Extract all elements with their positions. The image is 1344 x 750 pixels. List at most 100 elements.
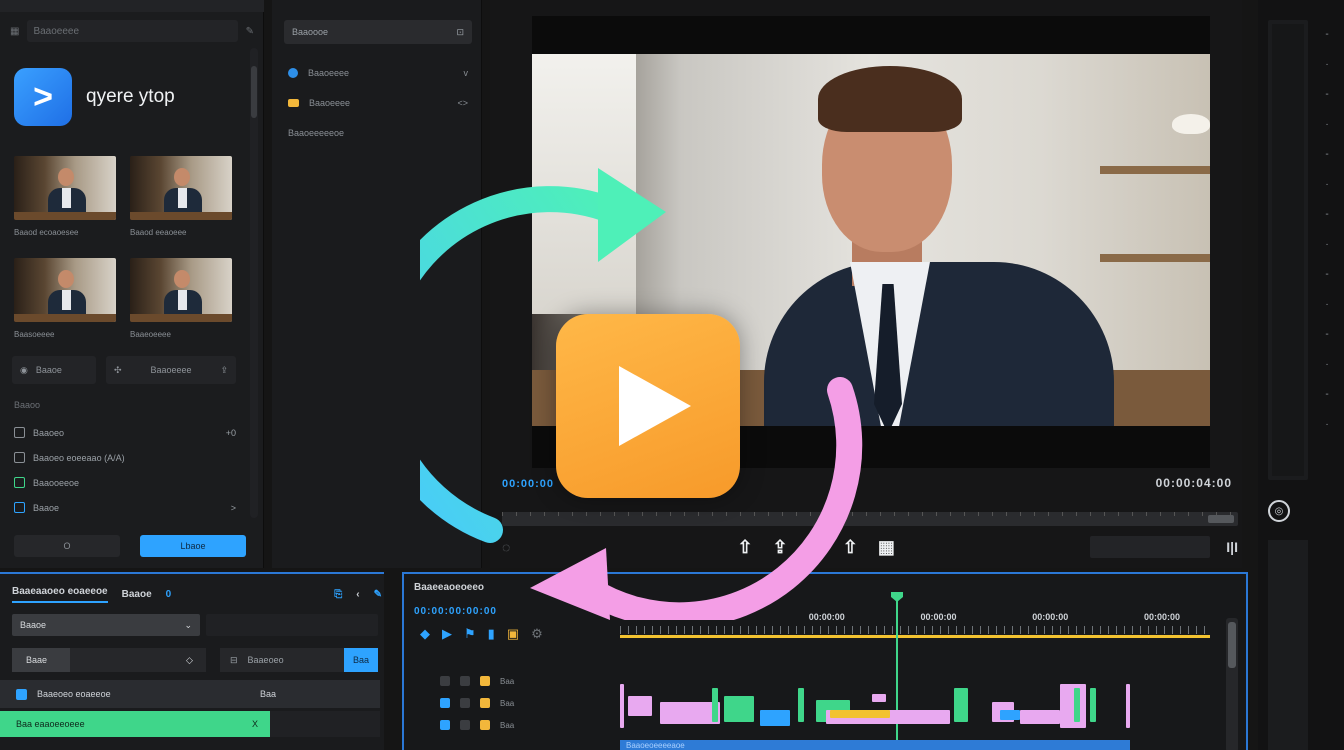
ruler-label: 00:00 [710, 612, 734, 622]
list-item[interactable]: Baaoe > [14, 495, 236, 520]
record-button[interactable]: ◉ Baaoe [12, 356, 96, 384]
timeline-clip[interactable] [954, 688, 968, 722]
timeline-clip[interactable] [1060, 684, 1086, 728]
pin-icon[interactable]: ✎ [246, 26, 254, 37]
media-thumb-image[interactable] [130, 156, 232, 220]
apply-button[interactable]: Lbaoe [140, 535, 246, 557]
bookmark-icon[interactable]: ⎘ [334, 589, 342, 600]
property-highlight-row[interactable]: Baa eaaoeeoeee X [0, 711, 380, 737]
video-editor-window: ▦ Baaoeeee ✎ > qyere ytop Baaod ecoaoese… [0, 0, 1344, 750]
monitor-zoom-field[interactable] [1090, 536, 1211, 558]
effects-item[interactable]: Baaoeeeeeoe [288, 124, 468, 142]
media-scrollbar[interactable] [250, 48, 258, 518]
back-icon[interactable]: ‹ [356, 589, 359, 600]
track-header[interactable]: Baa [440, 714, 550, 736]
diamond-icon[interactable]: ◇ [186, 655, 206, 666]
property-apply-button[interactable]: Baa [344, 648, 378, 672]
media-thumb-image[interactable] [130, 258, 232, 322]
code-icon[interactable]: <> [457, 98, 468, 108]
timeline-clip[interactable] [620, 684, 624, 728]
timeline-clip[interactable] [1000, 710, 1020, 720]
tab-properties[interactable]: Baaeaaoeo eoaeeoe [12, 586, 108, 603]
settings-button[interactable]: I|I [1226, 539, 1238, 555]
media-scroll-thumb[interactable] [251, 66, 257, 118]
timeline-clip[interactable] [872, 694, 886, 702]
cancel-button[interactable]: O [14, 535, 120, 557]
media-thumb[interactable]: Baasoeeee [14, 258, 116, 346]
property-checkbox[interactable] [16, 688, 27, 700]
meter-knob-icon[interactable]: ◎ [1268, 500, 1290, 522]
snap-icon[interactable]: ◆ [420, 626, 430, 642]
media-thumb[interactable]: Baaeoeeee [130, 258, 232, 346]
timeline-clip[interactable] [900, 710, 950, 724]
marker-icon[interactable]: ▮ [488, 626, 495, 642]
timeline-scrollbar[interactable] [1226, 618, 1238, 750]
pen-icon[interactable]: ✎ [374, 589, 382, 600]
media-thumb[interactable]: Baaod eeaoeee [130, 156, 232, 244]
chevron-down-icon[interactable]: v [464, 68, 469, 78]
property-checkbox-value: Baa [260, 689, 277, 699]
effects-item-label: Baaoeeee [308, 68, 350, 78]
timeline-clip[interactable] [760, 710, 790, 726]
timeline-clip[interactable] [1126, 684, 1130, 728]
effect-folder-icon [288, 99, 299, 107]
overwrite-button[interactable]: ⇮ [808, 537, 823, 558]
settings-icon[interactable]: ⚙ [531, 626, 543, 642]
media-search-input[interactable]: Baaoeeee [27, 20, 238, 42]
effects-item[interactable]: Baaoeeee <> [288, 94, 468, 112]
work-area-bar[interactable] [620, 635, 1210, 638]
scrubber-handle[interactable] [1208, 515, 1234, 523]
upload-icon[interactable]: ⇪ [220, 365, 228, 376]
media-thumb[interactable]: Baaod ecoaoesee [14, 156, 116, 244]
timeline-clip[interactable] [1074, 688, 1080, 722]
property-highlight[interactable]: Baa eaaoeeoeee X [0, 711, 270, 737]
property-field-label: Baaeoeo [247, 655, 284, 665]
timeline-title: Baaeeaoeoeeo [414, 582, 485, 593]
insert-button[interactable]: ⇪ [773, 537, 788, 558]
playhead-timecode[interactable]: 00:00:00 [502, 478, 554, 490]
timeline-clip[interactable] [798, 688, 804, 722]
export-frame-button[interactable]: ▦ [878, 537, 895, 558]
list-item[interactable]: Baaoeo +0 [14, 420, 236, 445]
ruler-label: 00:00:00 [920, 612, 957, 622]
timeline-scroll-thumb[interactable] [1228, 622, 1236, 668]
close-icon[interactable]: X [252, 719, 258, 729]
timeline-clip[interactable] [1020, 710, 1060, 724]
timeline-clip[interactable] [712, 688, 718, 722]
mark-in-button[interactable]: ⇧ [737, 537, 752, 558]
property-slider[interactable]: Baae ◇ [12, 648, 206, 672]
property-checkbox-row[interactable]: Baaeoeo eoaeeoe Baa [0, 680, 380, 708]
track-header[interactable]: Baa [440, 670, 550, 692]
media-search[interactable]: ▦ Baaoeeee ✎ [10, 20, 254, 42]
monitor-scrubber[interactable] [502, 512, 1238, 526]
timeline-clip[interactable] [660, 702, 720, 724]
linked-icon[interactable]: ⚑ [464, 626, 476, 642]
expand-icon[interactable]: ⊡ [456, 27, 464, 38]
timeline-tools: ◆ ▶ ⚑ ▮ ▣ ⚙ [420, 626, 543, 642]
preset-field[interactable] [206, 614, 378, 636]
timeline-clip[interactable] [1090, 688, 1096, 722]
media-thumb-image[interactable] [14, 156, 116, 220]
timeline-clip[interactable] [830, 710, 890, 718]
timeline-clip[interactable] [724, 696, 754, 722]
effects-search-input[interactable]: Baaoooe ⊡ [284, 20, 472, 44]
media-thumb-image[interactable] [14, 258, 116, 322]
chevron-right-icon[interactable]: > [231, 503, 236, 513]
folder-icon[interactable]: ▣ [507, 626, 519, 642]
audio-icon [14, 477, 25, 488]
preset-select[interactable]: Baaoe ⌄ [12, 614, 200, 636]
list-item[interactable]: Baaooeeoe [14, 470, 236, 495]
property-field[interactable]: ⊟ Baaeoeo Baa [220, 648, 378, 672]
list-item[interactable]: Baaoeo eoeeaao (A/A) [14, 445, 236, 470]
tab-secondary[interactable]: Baaoe [122, 589, 152, 600]
lift-button[interactable]: ⇧ [843, 537, 858, 558]
timeline-timecode[interactable]: 00:00:00:00:00 [414, 606, 497, 617]
play-icon[interactable]: ▶ [442, 626, 452, 642]
track-header[interactable]: Baa [440, 692, 550, 714]
audio-track[interactable]: Baaoeoeeeeaoe [620, 740, 1130, 750]
timeline-clip[interactable] [628, 696, 652, 716]
import-field[interactable]: ✣ Baaoeeee ⇪ [106, 356, 236, 384]
effects-item[interactable]: Baaoeeee v [288, 64, 468, 82]
loop-icon[interactable]: ◌ [502, 539, 542, 555]
timeline-ruler[interactable]: 00:00 00:00:00 00:00:00 00:00:00 00:00:0… [620, 612, 1210, 640]
